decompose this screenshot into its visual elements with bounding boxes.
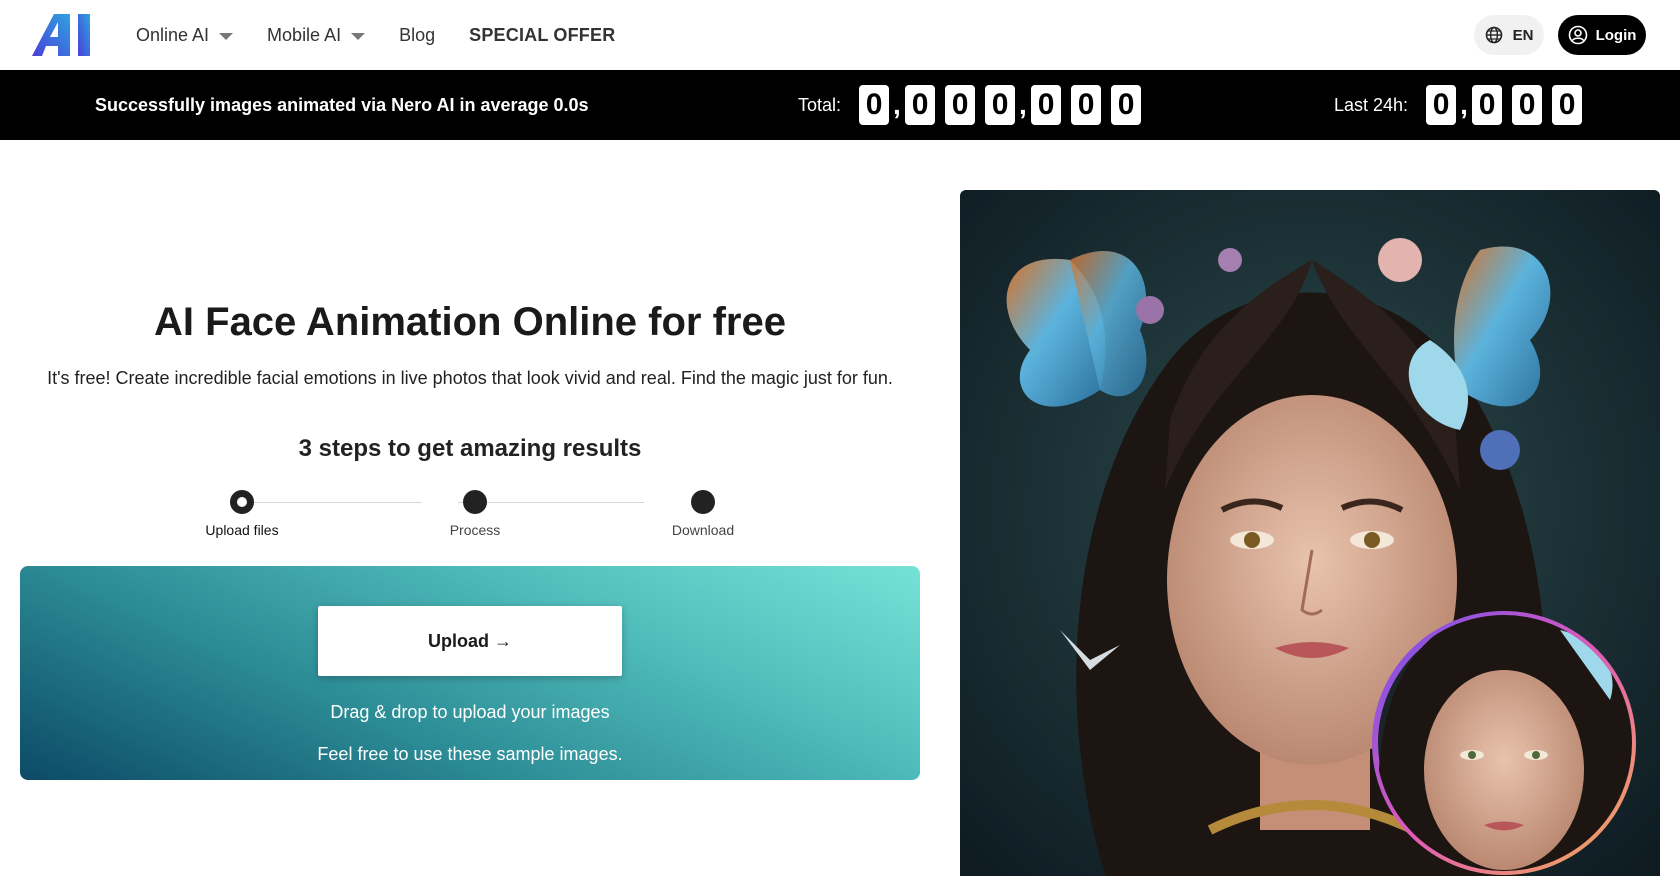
login-label: Login — [1595, 26, 1637, 44]
last24h-counter: Last 24h: 0 , 0 0 0 — [1334, 70, 1592, 140]
language-label: EN — [1512, 26, 1534, 44]
stats-bar: Successfully images animated via Nero AI… — [0, 70, 1680, 140]
logo[interactable] — [32, 14, 98, 56]
caret-down-icon — [351, 32, 366, 40]
counter-separator: , — [893, 89, 901, 120]
nav-online-ai-label: Online AI — [136, 24, 210, 45]
step-label: Download — [671, 522, 735, 538]
nav-blog-label: Blog — [399, 24, 436, 45]
nav-mobile-ai[interactable]: Mobile AI — [267, 24, 366, 46]
steps-title: 3 steps to get amazing results — [298, 435, 642, 462]
step-upload-files: Upload files — [182, 490, 302, 538]
upload-dropzone[interactable]: Upload → Drag & drop to upload your imag… — [20, 566, 920, 780]
login-button[interactable]: Login — [1558, 15, 1646, 55]
portrait-illustration — [960, 190, 1660, 876]
step-process: Process — [415, 490, 535, 538]
last24h-label: Last 24h: — [1334, 94, 1409, 115]
language-button[interactable]: EN — [1474, 15, 1544, 55]
step-dot — [691, 490, 715, 514]
counter-digit: 0 — [1512, 85, 1543, 125]
upload-button[interactable]: Upload → — [318, 606, 622, 676]
counter-digit: 0 — [1552, 85, 1583, 125]
counter-digit: 0 — [859, 85, 890, 125]
drag-drop-hint: Drag & drop to upload your images — [330, 702, 610, 722]
counter-digit: 0 — [1111, 85, 1142, 125]
main-nav: Online AI Mobile AI Blog SPECIAL OFFER — [136, 0, 649, 70]
nav-mobile-ai-label: Mobile AI — [267, 24, 342, 45]
counter-digit: 0 — [1071, 85, 1102, 125]
stats-message: Successfully images animated via Nero AI… — [95, 95, 589, 115]
globe-icon — [1485, 26, 1502, 44]
nav-blog[interactable]: Blog — [399, 25, 435, 46]
logo-mark — [32, 14, 90, 56]
sample-images-link[interactable]: Feel free to use these sample images. — [20, 744, 920, 765]
total-label: Total: — [798, 94, 842, 115]
step-dot — [463, 490, 487, 514]
page-subtitle: It's free! Create incredible facial emot… — [47, 368, 893, 388]
counter-separator: , — [1019, 89, 1027, 120]
page-title: AI Face Animation Online for free — [154, 300, 786, 344]
step-dot-active — [230, 490, 254, 514]
nav-special-offer[interactable]: SPECIAL OFFER — [469, 25, 615, 46]
hero-portrait-image — [960, 190, 1660, 876]
counter-digit: 0 — [1472, 85, 1503, 125]
counter-separator: , — [1460, 89, 1468, 120]
counter-digit: 0 — [1031, 85, 1062, 125]
step-download: Download — [643, 490, 763, 538]
nav-online-ai[interactable]: Online AI — [136, 24, 234, 46]
counter-digit: 0 — [1426, 85, 1457, 125]
user-circle-icon — [1568, 25, 1587, 45]
steps-indicator: Upload files Process Download — [200, 490, 740, 540]
counter-digit: 0 — [945, 85, 976, 125]
top-header: Online AI Mobile AI Blog SPECIAL OFFER E… — [0, 0, 1680, 70]
total-counter: Total: 0 , 0 0 0 , 0 0 0 — [798, 70, 1151, 140]
step-label: Upload files — [205, 522, 279, 538]
nav-special-offer-label: SPECIAL OFFER — [469, 24, 616, 45]
counter-digit: 0 — [905, 85, 936, 125]
caret-down-icon — [219, 32, 234, 40]
step-label: Process — [449, 522, 501, 538]
counter-digit: 0 — [985, 85, 1016, 125]
